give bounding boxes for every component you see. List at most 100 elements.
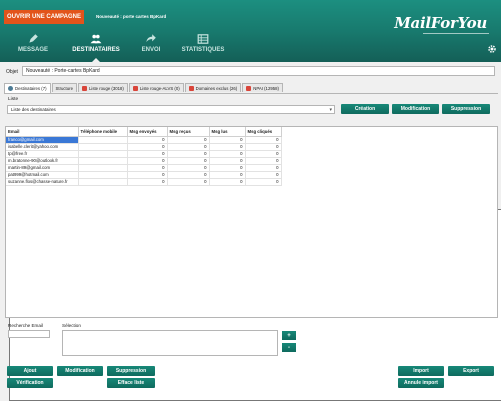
cell-email: suzanne.flos@chasse-nature.fr [6, 178, 79, 186]
cell-clicked: 0 [245, 164, 282, 172]
cell-phone [78, 157, 128, 165]
table-row[interactable]: suzanne.flos@chasse-nature.fr 0 0 0 0 [6, 178, 282, 186]
cell-read: 0 [209, 150, 246, 158]
cell-phone [78, 150, 128, 158]
cell-read: 0 [209, 171, 246, 179]
tab-domaines-exclus[interactable]: Domaines exclus (26) [184, 83, 242, 92]
cell-email: tp@free.fr [6, 150, 79, 158]
cell-sent: 0 [127, 171, 168, 179]
gear-icon[interactable] [487, 44, 497, 54]
cell-read: 0 [209, 164, 246, 172]
cell-received: 0 [167, 136, 210, 144]
liste-select[interactable]: Liste des destinataires ▾ [7, 105, 335, 114]
cell-email: m.bratonne-90@outlook.fr [6, 157, 79, 165]
annule-import-button[interactable]: Annule import [398, 378, 444, 388]
recipients-table: Email Téléphone mobile Msg envoyés Msg r… [6, 127, 282, 186]
cell-received: 0 [167, 157, 210, 165]
objet-label: Objet [6, 69, 18, 75]
cell-clicked: 0 [245, 143, 282, 151]
chevron-down-icon: ▾ [329, 107, 332, 113]
nav-tab-statistiques[interactable]: STATISTIQUES [173, 33, 233, 59]
export-button[interactable]: Export [448, 366, 494, 376]
efface-liste-button[interactable]: Efface liste [107, 378, 155, 388]
cell-email: pat999@hotmail.com [6, 171, 79, 179]
table-row[interactable]: tp@free.fr 0 0 0 0 [6, 150, 282, 158]
suppression-bottom-button[interactable]: Suppression [107, 366, 155, 376]
ajout-button[interactable]: Ajout [7, 366, 53, 376]
nav-tab-label: STATISTIQUES [181, 47, 225, 53]
search-email-label: Recherche Email [8, 323, 43, 328]
table-row[interactable]: martin-89@gmail.com 0 0 0 0 [6, 164, 282, 172]
add-selection-button[interactable]: + [282, 331, 296, 340]
selection-box[interactable] [62, 330, 278, 356]
cell-email: franco@gmail.com [6, 136, 79, 144]
table-row[interactable]: franco@gmail.com 0 0 0 0 [6, 136, 282, 144]
blocked-list-icon [188, 85, 194, 91]
tab-liste-rouge[interactable]: Liste rouge (3018) [77, 83, 128, 92]
open-campaign-button[interactable]: OUVRIR UNE CAMPAGNE [4, 10, 84, 24]
search-email-input[interactable] [8, 330, 50, 338]
cell-email: martin-89@gmail.com [6, 164, 79, 172]
column-header-read[interactable]: Msg lus [209, 127, 246, 137]
cell-read: 0 [209, 143, 246, 151]
cell-received: 0 [167, 143, 210, 151]
cell-sent: 0 [127, 143, 168, 151]
tab-structure[interactable]: Structure [9, 83, 501, 401]
modification-button[interactable]: Modification [392, 104, 439, 114]
nav-tab-label: ENVOI [141, 47, 161, 53]
tab-strip: Destinataires (7) Structure Liste rouge … [4, 83, 501, 401]
column-header-phone[interactable]: Téléphone mobile [78, 127, 128, 137]
verification-button[interactable]: Vérification [7, 378, 53, 388]
blocked-list-icon [81, 85, 87, 91]
cell-received: 0 [167, 150, 210, 158]
table-row[interactable]: m.bratonne-90@outlook.fr 0 0 0 0 [6, 157, 282, 165]
cell-phone [78, 143, 128, 151]
tab-label: Liste rouge-ALVS (0) [139, 85, 180, 91]
creation-button[interactable]: Création [341, 104, 389, 114]
tab-npai[interactable]: NPAI (12958) [242, 83, 283, 92]
table-header-row: Email Téléphone mobile Msg envoyés Msg r… [6, 127, 282, 137]
cell-clicked: 0 [245, 171, 282, 179]
logo-underline [423, 33, 489, 34]
blocked-list-icon [246, 85, 252, 91]
nav-tab-label: MESSAGE [17, 47, 48, 53]
column-header-sent[interactable]: Msg envoyés [127, 127, 168, 137]
cell-received: 0 [167, 171, 210, 179]
pencil-icon [29, 34, 38, 43]
blocked-list-icon [132, 85, 138, 91]
cell-sent: 0 [127, 150, 168, 158]
users-icon [90, 34, 102, 44]
objet-field[interactable]: Nouveauté : Porte-cartes BpKard [22, 66, 495, 76]
cell-sent: 0 [127, 157, 168, 165]
column-header-clicked[interactable]: Msg cliqués [245, 127, 282, 137]
cell-clicked: 0 [245, 136, 282, 144]
tab-label: Destinataires (7) [15, 86, 47, 91]
recipients-grid[interactable]: Email Téléphone mobile Msg envoyés Msg r… [5, 126, 498, 318]
cell-clicked: 0 [245, 178, 282, 186]
table-row[interactable]: pat999@hotmail.com 0 0 0 0 [6, 171, 282, 179]
remove-selection-button[interactable]: - [282, 343, 296, 352]
cell-sent: 0 [127, 178, 168, 186]
nav-tab-destinataires[interactable]: DESTINATAIRES [66, 33, 126, 62]
cell-read: 0 [209, 136, 246, 144]
tab-destinataires[interactable]: Destinataires (7) [4, 83, 51, 93]
nav-tab-envoi[interactable]: ENVOI [121, 33, 181, 59]
tab-label: Domaines exclus (26) [195, 85, 238, 91]
recipients-icon [8, 86, 13, 91]
liste-select-value: Liste des destinataires [11, 107, 56, 112]
cell-received: 0 [167, 164, 210, 172]
table-row[interactable]: isabelle.clerit@yahoo.com 0 0 0 0 [6, 143, 282, 151]
campaign-title: Nouveauté : porte cartes BpKard [96, 14, 167, 19]
nav-tab-message[interactable]: MESSAGE [3, 33, 63, 59]
cell-clicked: 0 [245, 150, 282, 158]
tab-liste-rouge-alvs[interactable]: Liste rouge-ALVS (0) [128, 83, 184, 92]
stats-icon [197, 34, 209, 44]
cell-phone [78, 164, 128, 172]
column-header-received[interactable]: Msg reçus [167, 127, 210, 137]
cell-clicked: 0 [245, 157, 282, 165]
column-header-email[interactable]: Email [6, 127, 79, 137]
modification-bottom-button[interactable]: Modification [57, 366, 103, 376]
import-button[interactable]: Import [398, 366, 444, 376]
cell-sent: 0 [127, 136, 168, 144]
suppression-button[interactable]: Suppression [442, 104, 490, 114]
